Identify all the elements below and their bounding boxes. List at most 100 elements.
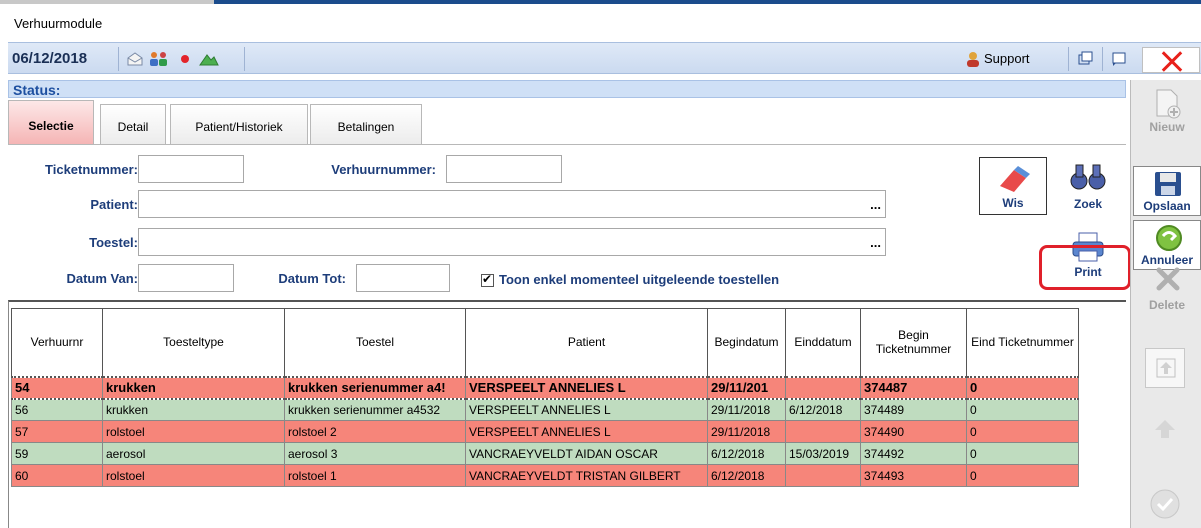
table-cell[interactable]: 29/11/2018 — [707, 420, 786, 443]
mountain-icon[interactable] — [198, 50, 220, 68]
datum-tot-input[interactable] — [356, 264, 450, 292]
opslaan-label: Opslaan — [1143, 199, 1191, 213]
zoek-button[interactable]: Zoek — [1054, 157, 1122, 215]
table-cell[interactable]: 374489 — [860, 398, 967, 421]
table-cell[interactable]: 15/03/2019 — [785, 442, 861, 465]
table-cell[interactable]: VERSPEELT ANNELIES L — [465, 398, 708, 421]
table-cell[interactable]: 0 — [966, 420, 1079, 443]
table-cell[interactable]: krukken — [102, 398, 285, 421]
table-row[interactable]: 57 rolstoel rolstoel 2 VERSPEELT ANNELIES L… — [11, 420, 1079, 443]
table-cell[interactable]: 6/12/2018 — [707, 464, 786, 487]
rental-grid-area: Verhuurnr Toesteltype Toestel Patient Be… — [8, 300, 1126, 528]
column-header[interactable]: Begindatum — [707, 308, 786, 377]
column-header[interactable]: Patient — [465, 308, 708, 377]
record-icon[interactable] — [176, 50, 194, 68]
patient-lookup-button[interactable]: ... — [870, 197, 881, 212]
table-cell[interactable]: krukken — [102, 375, 285, 400]
move-top-button[interactable] — [1145, 348, 1185, 388]
tab-patient-historiek[interactable]: Patient/Historiek — [170, 104, 308, 144]
datum-van-input[interactable] — [138, 264, 234, 292]
move-up-button[interactable] — [1145, 410, 1185, 450]
table-cell[interactable]: krukken serienummer a4532 — [284, 398, 466, 421]
nieuw-button[interactable]: Nieuw — [1133, 86, 1201, 136]
table-cell[interactable]: VANCRAEYVELDT TRISTAN GILBERT — [465, 464, 708, 487]
table-cell[interactable]: 60 — [11, 464, 103, 487]
arrow-up-icon — [1155, 420, 1175, 438]
table-cell[interactable] — [785, 375, 861, 400]
support-user-icon — [967, 52, 979, 67]
table-cell[interactable]: 374493 — [860, 464, 967, 487]
detach-window-icon[interactable] — [1110, 50, 1128, 68]
annuleer-button[interactable]: Annuleer — [1133, 220, 1201, 270]
table-cell[interactable] — [785, 420, 861, 443]
eraser-icon — [1000, 166, 1030, 192]
table-cell[interactable]: rolstoel — [102, 420, 285, 443]
table-cell[interactable]: VERSPEELT ANNELIES L — [465, 420, 708, 443]
toolbar-separator — [118, 47, 119, 71]
table-row[interactable]: 54 krukken krukken serienummer a4! VERSPEEL… — [11, 375, 1079, 400]
table-cell[interactable]: krukken serienummer a4! — [284, 375, 466, 400]
toestel-input[interactable]: ... — [138, 228, 886, 256]
opslaan-button[interactable]: Opslaan — [1133, 166, 1201, 216]
table-cell[interactable]: 59 — [11, 442, 103, 465]
table-cell[interactable]: 0 — [966, 375, 1079, 400]
table-cell[interactable] — [785, 464, 861, 487]
column-header[interactable]: Toesteltype — [102, 308, 285, 377]
datum-van-label: Datum Van: — [66, 271, 138, 286]
status-label: Status: — [13, 82, 61, 98]
table-cell[interactable]: rolstoel 2 — [284, 420, 466, 443]
table-cell[interactable]: 374487 — [860, 375, 967, 400]
verhuurnummer-label: Verhuurnummer: — [331, 162, 436, 177]
support-link[interactable]: Support — [984, 51, 1030, 66]
mail-icon[interactable] — [126, 50, 144, 68]
table-row[interactable]: 60 rolstoel rolstoel 1 VANCRAEYVELDT TRISTA… — [11, 464, 1079, 487]
tab-detail[interactable]: Detail — [100, 104, 166, 144]
table-cell[interactable]: 29/11/2018 — [707, 398, 786, 421]
ticketnummer-label: Ticketnummer: — [45, 162, 138, 177]
table-cell[interactable]: 0 — [966, 398, 1079, 421]
column-header[interactable]: Einddatum — [785, 308, 861, 377]
loaned-only-checkbox[interactable] — [481, 272, 494, 287]
toestel-label: Toestel: — [89, 235, 138, 250]
table-cell[interactable]: aerosol — [102, 442, 285, 465]
column-header[interactable]: Verhuurnr — [11, 308, 103, 377]
table-cell[interactable]: aerosol 3 — [284, 442, 466, 465]
table-cell[interactable]: 374490 — [860, 420, 967, 443]
table-body: 54 krukken krukken serienummer a4! VERSPEEL… — [11, 375, 1079, 487]
checkmark-circle-icon — [1150, 489, 1180, 519]
table-cell[interactable]: rolstoel 1 — [284, 464, 466, 487]
delete-button[interactable]: Delete — [1133, 264, 1201, 314]
confirm-button[interactable] — [1145, 484, 1185, 524]
table-cell[interactable]: 56 — [11, 398, 103, 421]
table-cell[interactable]: rolstoel — [102, 464, 285, 487]
table-cell[interactable]: 54 — [11, 375, 103, 400]
table-cell[interactable]: VANCRAEYVELDT AIDAN OSCAR — [465, 442, 708, 465]
restore-window-icon[interactable] — [1076, 50, 1094, 68]
table-cell[interactable]: 374492 — [860, 442, 967, 465]
tab-betalingen[interactable]: Betalingen — [310, 104, 422, 144]
patient-input[interactable]: ... — [138, 190, 886, 218]
table-cell[interactable]: VERSPEELT ANNELIES L — [465, 375, 708, 400]
column-header[interactable]: Begin Ticketnummer — [860, 308, 967, 377]
ticketnummer-input[interactable] — [138, 155, 244, 183]
delete-x-icon — [1156, 267, 1180, 291]
table-cell[interactable]: 57 — [11, 420, 103, 443]
nieuw-label: Nieuw — [1149, 120, 1185, 134]
table-cell[interactable]: 6/12/2018 — [785, 398, 861, 421]
wis-button[interactable]: Wis — [979, 157, 1047, 215]
column-header[interactable]: Toestel — [284, 308, 466, 377]
table-cell[interactable]: 29/11/201 — [707, 375, 786, 400]
table-row[interactable]: 59 aerosol aerosol 3 VANCRAEYVELDT AIDAN OS… — [11, 442, 1079, 465]
verhuurnummer-input[interactable] — [446, 155, 562, 183]
datum-tot-label: Datum Tot: — [278, 271, 346, 286]
users-icon[interactable] — [148, 50, 170, 68]
table-cell[interactable]: 0 — [966, 464, 1079, 487]
close-button[interactable] — [1142, 47, 1200, 73]
tab-selectie[interactable]: Selectie — [8, 100, 94, 144]
table-row[interactable]: 56 krukken krukken serienummer a4532 VERSPE… — [11, 398, 1079, 421]
table-cell[interactable]: 6/12/2018 — [707, 442, 786, 465]
column-header[interactable]: Eind Ticketnummer — [966, 308, 1079, 377]
table-cell[interactable]: 0 — [966, 442, 1079, 465]
toestel-lookup-button[interactable]: ... — [870, 235, 881, 250]
toolbar-separator — [1102, 47, 1103, 71]
